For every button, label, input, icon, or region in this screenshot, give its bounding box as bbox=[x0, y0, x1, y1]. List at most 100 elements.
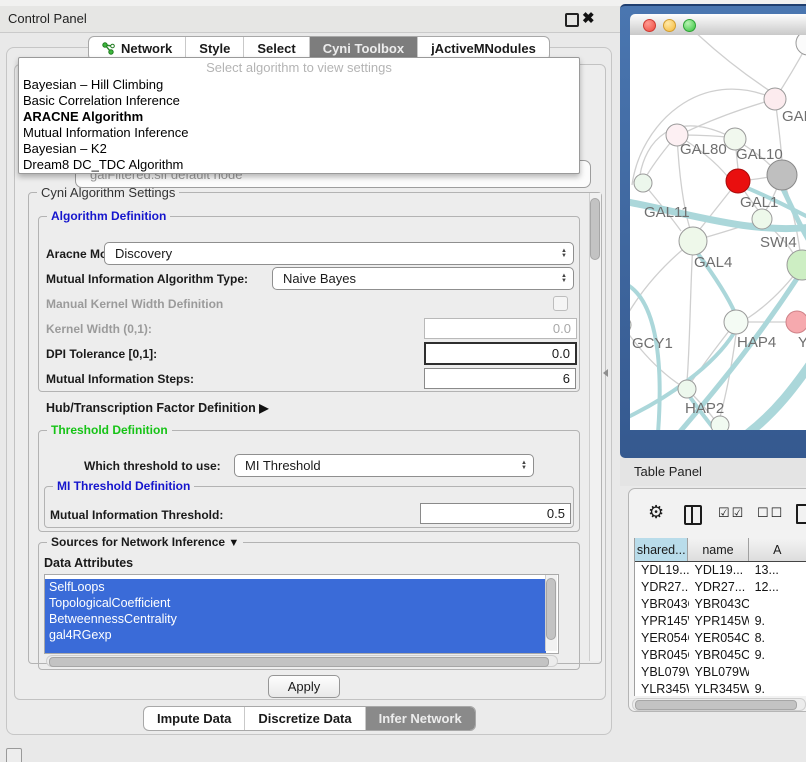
network-node[interactable] bbox=[752, 209, 772, 229]
table-cell: YBR043C bbox=[689, 596, 749, 613]
minimized-panel-icon[interactable] bbox=[6, 748, 22, 762]
manual-kernel-checkbox[interactable] bbox=[553, 296, 568, 311]
network-node[interactable] bbox=[764, 88, 786, 110]
collapse-down-icon: ▼ bbox=[228, 537, 239, 549]
attribute-item[interactable]: BetweennessCentrality bbox=[45, 611, 546, 627]
hub-definition-expander[interactable]: Hub/Transcription Factor Definition ▶ bbox=[46, 401, 268, 415]
mi-threshold-label: Mutual Information Threshold: bbox=[50, 508, 223, 522]
mi-type-combobox[interactable]: Naive Bayes ▲▼ bbox=[272, 267, 574, 290]
network-node[interactable] bbox=[634, 174, 652, 192]
table-row[interactable]: YBR045CYBR045C9. bbox=[635, 647, 806, 664]
attribute-item[interactable]: SelfLoops bbox=[45, 579, 546, 595]
attribute-item[interactable]: TopologicalCoefficient bbox=[45, 595, 546, 611]
algorithm-dropdown[interactable]: Select algorithm to view settings Bayesi… bbox=[18, 57, 580, 174]
close-panel-icon[interactable]: ✖ bbox=[582, 9, 595, 27]
splitter-collapse-handle[interactable] bbox=[603, 369, 608, 377]
column-header[interactable]: A bbox=[749, 538, 806, 561]
table-cell: YLR345W bbox=[635, 681, 689, 696]
tab-infer-network[interactable]: Infer Network bbox=[366, 707, 475, 730]
tab-impute-data[interactable]: Impute Data bbox=[144, 707, 245, 730]
network-node[interactable] bbox=[726, 169, 750, 193]
network-node-label: SWI4 bbox=[760, 234, 797, 251]
network-icon bbox=[102, 42, 115, 55]
algorithm-option[interactable]: Mutual Information Inference bbox=[19, 125, 579, 141]
stepper-arrows-icon: ▲▼ bbox=[515, 461, 533, 471]
algorithm-option[interactable]: Dream8 DC_TDC Algorithm bbox=[19, 157, 579, 173]
table-cell bbox=[749, 596, 806, 613]
tab-discretize-data[interactable]: Discretize Data bbox=[245, 707, 365, 730]
split-panel-icon[interactable] bbox=[684, 505, 702, 525]
mi-steps-input[interactable]: 6 bbox=[424, 368, 576, 389]
gear-icon[interactable]: ⚙ bbox=[648, 502, 664, 523]
apply-button[interactable]: Apply bbox=[268, 675, 340, 698]
network-node[interactable] bbox=[786, 311, 806, 333]
control-panel-title: Control Panel bbox=[8, 11, 87, 26]
table-row[interactable]: YLR345WYLR345W9. bbox=[635, 681, 806, 696]
network-node[interactable] bbox=[678, 380, 696, 398]
tab-discretize-data-label: Discretize Data bbox=[258, 711, 351, 726]
column-header[interactable]: shared... bbox=[635, 538, 688, 561]
tab-impute-data-label: Impute Data bbox=[157, 711, 231, 726]
table-row[interactable]: YER054CYER054C8. bbox=[635, 630, 806, 647]
network-node-label: GAL11 bbox=[644, 204, 690, 221]
table-hscrollbar-track[interactable] bbox=[632, 698, 806, 711]
file-icon[interactable] bbox=[796, 504, 806, 524]
mi-threshold-input[interactable]: 0.5 bbox=[420, 503, 571, 524]
table-row[interactable]: YDR27...YDR27...12... bbox=[635, 579, 806, 596]
which-threshold-combobox[interactable]: MI Threshold ▲▼ bbox=[234, 454, 534, 477]
network-node[interactable] bbox=[767, 160, 797, 190]
table-row[interactable]: YPR145WYPR145W9. bbox=[635, 613, 806, 630]
network-node[interactable] bbox=[679, 227, 707, 255]
window-minimize-icon[interactable] bbox=[663, 19, 676, 32]
table-hscrollbar-thumb[interactable] bbox=[635, 700, 797, 710]
apply-button-label: Apply bbox=[288, 679, 321, 694]
table-row[interactable]: YBL079WYBL079W bbox=[635, 664, 806, 681]
table-cell: YDR27... bbox=[635, 579, 689, 596]
network-view-window: GALGAL80GAL10GAL1GAL11SWI4GAL4GCY1HAP4YH… bbox=[620, 4, 806, 458]
window-close-icon[interactable] bbox=[643, 19, 656, 32]
table-row[interactable]: YBR043CYBR043C bbox=[635, 596, 806, 613]
attributes-scrollbar-thumb[interactable] bbox=[546, 578, 556, 640]
attribute-item[interactable]: gal4RGexp bbox=[45, 627, 546, 643]
kernel-width-value: 0.0 bbox=[553, 321, 571, 336]
data-attributes-list[interactable]: SelfLoopsTopologicalCoefficientBetweenne… bbox=[44, 574, 559, 654]
network-window-titlebar[interactable] bbox=[630, 14, 806, 36]
table-cell: 9. bbox=[749, 613, 806, 630]
network-node[interactable] bbox=[787, 250, 806, 280]
kernel-width-input[interactable]: 0.0 bbox=[424, 318, 577, 339]
mi-steps-value: 6 bbox=[563, 371, 570, 386]
table-row[interactable]: YDL19...YDL19...13... bbox=[635, 562, 806, 579]
algorithm-option[interactable]: Bayesian – Hill Climbing bbox=[19, 77, 579, 93]
network-canvas[interactable]: GALGAL80GAL10GAL1GAL11SWI4GAL4GCY1HAP4YH… bbox=[630, 35, 806, 430]
sources-title-row[interactable]: Sources for Network Inference ▼ bbox=[47, 535, 243, 549]
algorithm-option[interactable]: ARACNE Algorithm bbox=[19, 109, 579, 125]
column-header[interactable]: name bbox=[688, 538, 748, 561]
algorithm-dropdown-placeholder: Select algorithm to view settings bbox=[19, 58, 579, 77]
tab-network-label: Network bbox=[121, 41, 172, 56]
attributes-hscrollbar-track[interactable] bbox=[46, 655, 558, 667]
node-table[interactable]: shared...nameA YDL19...YDL19...13...YDR2… bbox=[634, 538, 806, 696]
settings-scrollbar-track[interactable] bbox=[589, 193, 601, 661]
table-cell: YBL079W bbox=[689, 664, 749, 681]
aracne-mode-combobox[interactable]: Discovery ▲▼ bbox=[104, 242, 574, 265]
which-threshold-value: MI Threshold bbox=[235, 458, 515, 473]
network-node[interactable] bbox=[724, 310, 748, 334]
network-node-label: GAL80 bbox=[680, 141, 727, 158]
algorithm-option[interactable]: Basic Correlation Inference bbox=[19, 93, 579, 109]
settings-scrollbar-thumb[interactable] bbox=[590, 198, 600, 260]
window-zoom-icon[interactable] bbox=[683, 19, 696, 32]
hub-definition-label: Hub/Transcription Factor Definition bbox=[46, 401, 256, 415]
expand-right-icon: ▶ bbox=[259, 401, 268, 415]
network-node[interactable] bbox=[630, 316, 631, 334]
mi-threshold-definition-title: MI Threshold Definition bbox=[53, 479, 194, 493]
unchecked-pair-icon[interactable]: ☐☐ bbox=[757, 505, 784, 521]
attribute-item-partial[interactable] bbox=[45, 643, 546, 654]
algorithm-option[interactable]: Bayesian – K2 bbox=[19, 141, 579, 157]
float-panel-icon[interactable] bbox=[565, 13, 579, 27]
checked-pair-icon[interactable]: ☑☑ bbox=[718, 505, 745, 521]
attributes-hscrollbar-thumb[interactable] bbox=[49, 657, 549, 667]
network-highlight-edges bbox=[630, 185, 806, 430]
dpi-tolerance-input[interactable]: 0.0 bbox=[424, 342, 577, 365]
network-node[interactable] bbox=[711, 416, 729, 430]
network-node[interactable] bbox=[796, 35, 806, 55]
